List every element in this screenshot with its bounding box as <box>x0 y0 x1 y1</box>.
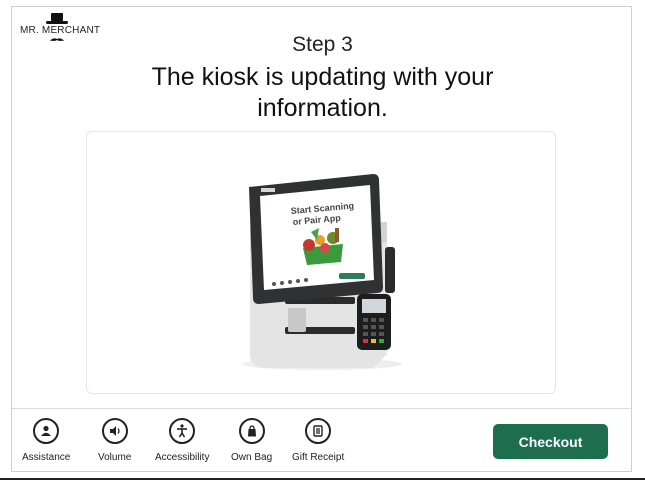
page-title: The kiosk is updating with your informat… <box>151 63 494 122</box>
checkout-button[interactable]: Checkout <box>493 424 608 459</box>
own-bag-button[interactable]: Own Bag <box>231 418 272 463</box>
kiosk-image-card: Start Scanning or Pair App <box>86 131 556 394</box>
gift-receipt-label: Gift Receipt <box>292 452 345 463</box>
volume-button[interactable]: Volume <box>98 418 131 463</box>
gift-receipt-button[interactable]: Gift Receipt <box>292 418 344 463</box>
step-indicator: Step 3 <box>292 33 353 56</box>
accessibility-button[interactable]: Accessibility <box>155 418 209 463</box>
bag-icon <box>238 418 265 444</box>
person-icon <box>33 418 60 444</box>
own-bag-label: Own Bag <box>231 452 273 463</box>
speaker-icon <box>101 418 128 444</box>
kiosk-illustration: Start Scanning or Pair App <box>242 174 402 370</box>
assistance-label: Assistance <box>22 452 71 463</box>
receipt-icon <box>305 418 332 444</box>
hat-icon <box>46 13 68 24</box>
volume-label: Volume <box>98 452 132 463</box>
toolbar-divider <box>12 408 631 409</box>
accessibility-label: Accessibility <box>155 452 210 463</box>
accessibility-icon <box>169 418 196 444</box>
bottom-divider <box>0 478 645 480</box>
assistance-button[interactable]: Assistance <box>22 418 70 463</box>
